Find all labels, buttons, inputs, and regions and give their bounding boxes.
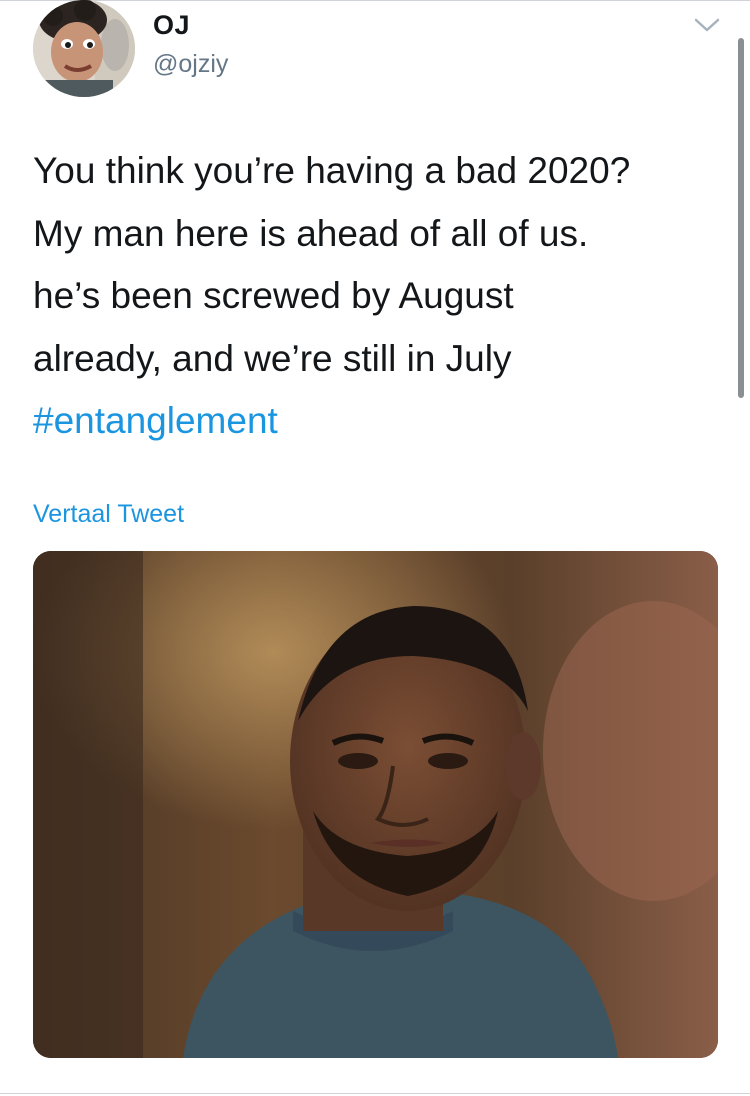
tweet-text-line: My man here is ahead of all of us. bbox=[33, 212, 589, 254]
tweet-media-photo[interactable] bbox=[33, 551, 718, 1058]
author-display-name[interactable]: OJ bbox=[153, 10, 190, 41]
author-handle[interactable]: @ojziy bbox=[153, 50, 228, 79]
tweet-text-line: You think you’re having a bad 2020? bbox=[33, 150, 631, 191]
hashtag-link[interactable]: #entanglement bbox=[33, 390, 723, 453]
tweet-detail-screen: OJ @ojziy You think you’re having a bad … bbox=[0, 0, 750, 1096]
tweet-text-line: already, and we’re still in July bbox=[33, 337, 512, 379]
author-avatar[interactable] bbox=[33, 0, 135, 97]
translate-tweet-link[interactable]: Vertaal Tweet bbox=[33, 500, 184, 529]
chevron-down-icon[interactable] bbox=[690, 12, 724, 38]
photo-image bbox=[33, 551, 718, 1058]
bottom-divider bbox=[0, 1093, 750, 1094]
tweet-text-line: he’s been screwed by August bbox=[33, 275, 514, 316]
tweet-text: You think you’re having a bad 2020? My m… bbox=[33, 140, 723, 453]
avatar-image bbox=[33, 0, 135, 97]
top-divider bbox=[0, 0, 750, 1]
scrollbar-thumb[interactable] bbox=[738, 38, 744, 398]
